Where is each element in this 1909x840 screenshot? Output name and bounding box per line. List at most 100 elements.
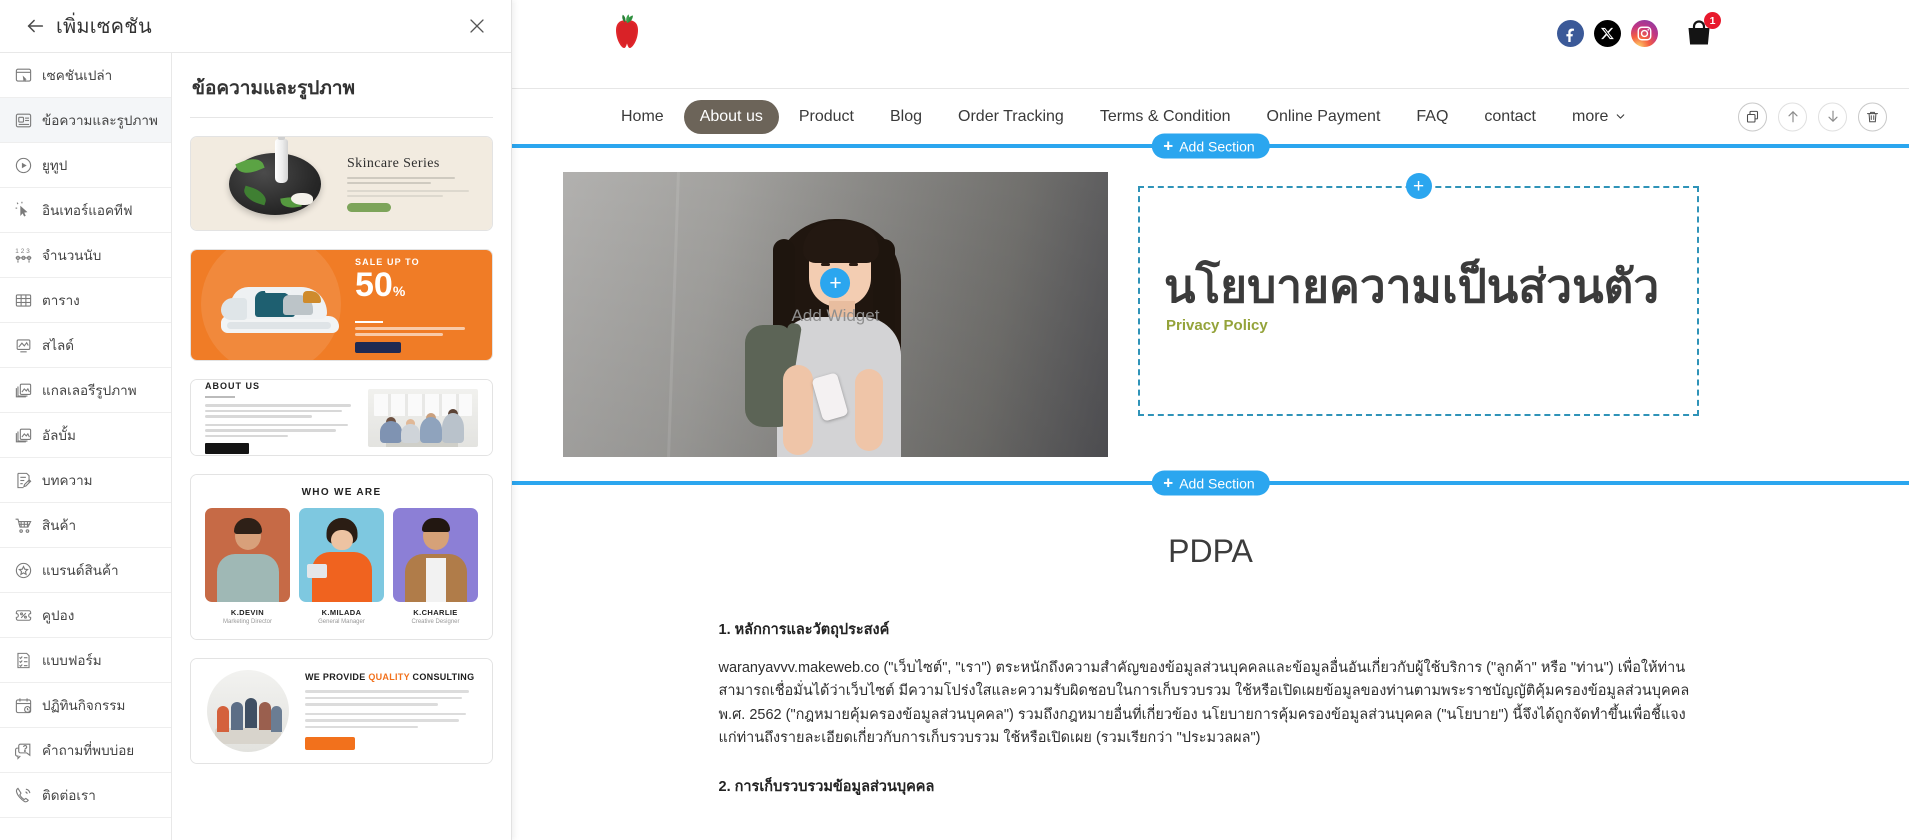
sale-shoe-preview: SALE UP TO 50% [191, 250, 492, 360]
text-image-icon [14, 111, 33, 130]
interactive-cursor-icon [14, 201, 33, 220]
nav-item-contact[interactable]: contact [1468, 100, 1552, 134]
instagram-icon[interactable] [1631, 19, 1658, 47]
blank-section-icon [14, 66, 33, 85]
nav-item-terms-condition[interactable]: Terms & Condition [1084, 100, 1247, 134]
sidebar-item-form[interactable]: แบบฟอร์ม [0, 638, 171, 683]
move-section-down-button[interactable] [1818, 102, 1847, 131]
sidebar-item-product[interactable]: สินค้า [0, 503, 171, 548]
template-gallery[interactable]: ข้อความและรูปภาพ Skincare Series SALE UP… [172, 53, 511, 840]
nav-item-online-payment[interactable]: Online Payment [1251, 100, 1397, 134]
template-card-about-us[interactable]: ABOUT US [190, 379, 493, 456]
sidebar-item-text-and-image[interactable]: ข้อความและรูปภาพ [0, 98, 171, 143]
add-section-button-top[interactable]: + Add Section [1151, 133, 1270, 159]
template-card-who-we-are[interactable]: WHO WE ARE K.DEVIN Marketing Director K.… [190, 474, 493, 640]
back-arrow-icon[interactable] [18, 9, 52, 43]
cart-badge-count: 1 [1704, 12, 1721, 29]
sidebar-item-interactive[interactable]: อินเทอร์แอคทีฟ [0, 188, 171, 233]
slide-icon [14, 336, 33, 355]
phone-contact-icon [14, 786, 33, 805]
close-icon[interactable] [463, 12, 491, 40]
sidebar-item-album[interactable]: อัลบั้ม [0, 413, 171, 458]
sidebar-item-label: สไลด์ [42, 338, 75, 353]
add-widget-button[interactable]: + Add Widget [791, 268, 880, 326]
sidebar-item-product-brand[interactable]: แบรนด์สินค้า [0, 548, 171, 593]
section-edit-toolbar[interactable] [1738, 102, 1887, 131]
sidebar-item-label: อัลบั้ม [42, 428, 76, 443]
add-widget-label: Add Widget [791, 306, 880, 326]
sidebar-item-counter[interactable]: 123 จำนวนนับ [0, 233, 171, 278]
section-type-list[interactable]: เซคชันเปล่า ข้อความและรูปภาพ ยูทูป อินเท… [0, 53, 172, 840]
move-section-up-button[interactable] [1778, 102, 1807, 131]
template-card-skincare[interactable]: Skincare Series [190, 136, 493, 231]
plus-icon: + [1163, 136, 1174, 156]
nav-item-blog[interactable]: Blog [874, 100, 938, 134]
nav-more-label: more [1572, 107, 1609, 125]
x-twitter-icon[interactable] [1594, 19, 1621, 47]
sidebar-item-label: คูปอง [42, 608, 75, 623]
consulting-heading-pre: WE PROVIDE [305, 672, 369, 682]
skincare-preview: Skincare Series [191, 137, 492, 230]
sidebar-item-article[interactable]: บทความ [0, 458, 171, 503]
person-name: K.CHARLIE [413, 608, 458, 617]
sidebar-item-blank-section[interactable]: เซคชันเปล่า [0, 53, 171, 98]
sidebar-item-image-gallery[interactable]: แกลเลอรีรูปภาพ [0, 368, 171, 413]
faq-question-bubble-icon [14, 741, 33, 760]
calendar-clock-icon [14, 696, 33, 715]
sidebar-item-event-calendar[interactable]: ปฏิทินกิจกรรม [0, 683, 171, 728]
nav-item-order-tracking[interactable]: Order Tracking [942, 100, 1080, 134]
table-grid-icon [14, 291, 33, 310]
nav-item-more[interactable]: more [1556, 100, 1643, 134]
sidebar-item-coupon[interactable]: คูปอง [0, 593, 171, 638]
sidebar-item-label: เซคชันเปล่า [42, 68, 113, 83]
sidebar-item-label: ติดต่อเรา [42, 788, 96, 803]
hero-heading: นโยบายความเป็นส่วนตัว [1164, 260, 1660, 312]
sidebar-item-label: ปฏิทินกิจกรรม [42, 698, 126, 713]
sidebar-item-label: ยูทูป [42, 158, 68, 173]
pdpa-section1-heading: 1. หลักการและวัตถุประสงค์ [718, 622, 890, 638]
add-section-divider-top: + Add Section [512, 133, 1909, 159]
social-links[interactable]: 1 [1557, 12, 1721, 48]
facebook-icon[interactable] [1557, 19, 1584, 47]
hero-text-block: + นโยบายความเป็นส่วนตัว Privacy Policy [1138, 172, 1909, 457]
template-card-quality-consulting[interactable]: WE PROVIDE QUALITY CONSULTING [190, 658, 493, 764]
nav-item-faq[interactable]: FAQ [1400, 100, 1464, 134]
shopping-bag-icon[interactable]: 1 [1684, 12, 1721, 48]
add-widget-inline-button[interactable]: + [1405, 173, 1432, 199]
sale-value: 50 [355, 265, 393, 304]
counter-123-icon: 123 [14, 246, 33, 265]
sidebar-item-label: แกลเลอรีรูปภาพ [42, 383, 137, 398]
hero-photo[interactable]: + Add Widget [563, 172, 1108, 457]
image-gallery-icon [14, 381, 33, 400]
delete-section-button[interactable] [1858, 102, 1887, 131]
youtube-play-icon [14, 156, 33, 175]
plus-icon: + [820, 268, 851, 299]
panel-header: เพิ่มเซคชัน [0, 0, 511, 53]
template-card-sale-shoe[interactable]: SALE UP TO 50% [190, 249, 493, 361]
consulting-photo [207, 670, 289, 752]
add-section-button-bottom[interactable]: + Add Section [1151, 470, 1270, 496]
hero-subheading: Privacy Policy [1166, 317, 1268, 334]
website-preview: 1 Home About us Product Blog Order Track… [512, 0, 1909, 840]
sidebar-item-label: จำนวนนับ [42, 248, 102, 263]
sidebar-item-table[interactable]: ตาราง [0, 278, 171, 323]
woman-with-phone-illustration [721, 205, 961, 457]
sidebar-item-label: แบบฟอร์ม [42, 653, 102, 668]
nav-item-home[interactable]: Home [605, 100, 680, 134]
chevron-down-icon [1617, 114, 1625, 119]
consulting-heading-highlight: QUALITY [368, 672, 410, 682]
nav-item-about-us[interactable]: About us [683, 99, 779, 134]
sidebar-item-label: บทความ [42, 473, 93, 488]
about-us-photo [368, 388, 478, 447]
who-we-are-preview: WHO WE ARE K.DEVIN Marketing Director K.… [191, 475, 492, 639]
svg-text:3: 3 [26, 248, 30, 255]
nav-item-product[interactable]: Product [783, 100, 870, 134]
sidebar-item-slide[interactable]: สไลด์ [0, 323, 171, 368]
sidebar-item-faq[interactable]: คำถามที่พบบ่อย [0, 728, 171, 773]
album-icon [14, 426, 33, 445]
sidebar-item-contact-us[interactable]: ติดต่อเรา [0, 773, 171, 818]
about-us-heading: ABOUT US [205, 381, 260, 391]
sidebar-item-youtube[interactable]: ยูทูป [0, 143, 171, 188]
duplicate-section-button[interactable] [1738, 102, 1767, 131]
apple-logo-icon[interactable] [605, 10, 649, 54]
